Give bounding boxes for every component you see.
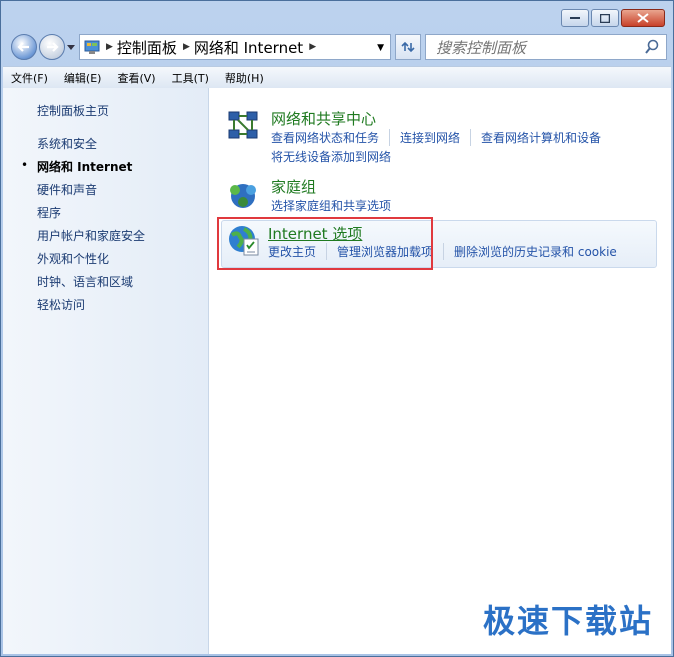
link-view-network-computers[interactable]: 查看网络计算机和设备 bbox=[470, 129, 611, 146]
menu-bar: 文件(F) 编辑(E) 查看(V) 工具(T) 帮助(H) bbox=[3, 66, 671, 89]
breadcrumb-separator-icon: ▶ bbox=[106, 42, 113, 52]
control-panel-window: ▶ 控制面板 ▶ 网络和 Internet ▶ ▼ 文件(F) 编辑(E) 查看… bbox=[0, 0, 674, 657]
link-add-wireless-device[interactable]: 将无线设备添加到网络 bbox=[271, 148, 401, 165]
content-area: 控制面板主页 系统和安全 • 网络和 Internet 硬件和声音 程序 用户帐… bbox=[3, 88, 671, 654]
maximize-button[interactable] bbox=[591, 9, 619, 27]
address-dropdown-icon[interactable]: ▼ bbox=[377, 43, 384, 53]
back-arrow-icon bbox=[17, 42, 29, 52]
network-sharing-links: 查看网络状态和任务 连接到网络 查看网络计算机和设备 bbox=[271, 129, 611, 146]
homegroup-title[interactable]: 家庭组 bbox=[271, 176, 316, 197]
search-box[interactable] bbox=[425, 34, 667, 60]
refresh-icon bbox=[401, 41, 415, 53]
sidebar: 控制面板主页 系统和安全 • 网络和 Internet 硬件和声音 程序 用户帐… bbox=[3, 88, 209, 654]
menu-file[interactable]: 文件(F) bbox=[3, 70, 56, 86]
forward-button[interactable] bbox=[39, 34, 65, 60]
back-button[interactable] bbox=[11, 34, 37, 60]
history-dropdown-icon[interactable] bbox=[67, 43, 75, 51]
sidebar-item-network-internet[interactable]: 网络和 Internet bbox=[37, 158, 132, 175]
network-sharing-icon[interactable] bbox=[225, 108, 261, 144]
sidebar-item-system-security[interactable]: 系统和安全 bbox=[37, 135, 97, 152]
homegroup-links: 选择家庭组和共享选项 bbox=[271, 197, 401, 214]
menu-tools[interactable]: 工具(T) bbox=[164, 70, 217, 86]
forward-arrow-icon bbox=[47, 42, 59, 52]
search-icon[interactable] bbox=[644, 39, 660, 55]
close-icon bbox=[637, 13, 649, 23]
link-view-network-status[interactable]: 查看网络状态和任务 bbox=[271, 129, 389, 146]
homegroup-icon[interactable] bbox=[225, 176, 261, 212]
refresh-button[interactable] bbox=[395, 34, 421, 60]
minimize-button[interactable] bbox=[561, 9, 589, 27]
breadcrumb-network-internet[interactable]: 网络和 Internet bbox=[194, 37, 303, 58]
window-controls bbox=[561, 9, 665, 27]
sidebar-item-appearance[interactable]: 外观和个性化 bbox=[37, 250, 109, 267]
sidebar-item-ease-of-access[interactable]: 轻松访问 bbox=[37, 296, 85, 313]
menu-help[interactable]: 帮助(H) bbox=[217, 70, 272, 86]
network-sharing-links-2: 将无线设备添加到网络 bbox=[271, 148, 401, 165]
link-delete-history[interactable]: 删除浏览的历史记录和 cookie bbox=[443, 243, 627, 260]
sidebar-item-user-accounts[interactable]: 用户帐户和家庭安全 bbox=[37, 227, 145, 244]
close-button[interactable] bbox=[621, 9, 665, 27]
sidebar-item-clock-language[interactable]: 时钟、语言和区域 bbox=[37, 273, 133, 290]
maximize-icon bbox=[600, 13, 610, 23]
highlight-outline bbox=[217, 217, 433, 270]
sidebar-item-programs[interactable]: 程序 bbox=[37, 204, 61, 221]
watermark: 极速下载站 bbox=[482, 602, 653, 640]
sidebar-item-hardware-sound[interactable]: 硬件和声音 bbox=[37, 181, 97, 198]
breadcrumb-control-panel[interactable]: 控制面板 bbox=[117, 37, 177, 58]
link-connect-network[interactable]: 连接到网络 bbox=[389, 129, 470, 146]
breadcrumb-separator-icon: ▶ bbox=[182, 42, 190, 52]
address-bar[interactable]: ▶ 控制面板 ▶ 网络和 Internet ▶ ▼ bbox=[79, 34, 391, 60]
main-panel: 网络和共享中心 查看网络状态和任务 连接到网络 查看网络计算机和设备 将无线设备… bbox=[209, 88, 671, 654]
search-input[interactable] bbox=[434, 38, 638, 58]
network-sharing-title[interactable]: 网络和共享中心 bbox=[271, 108, 376, 129]
address-row: ▶ 控制面板 ▶ 网络和 Internet ▶ ▼ bbox=[9, 31, 667, 63]
link-homegroup-sharing[interactable]: 选择家庭组和共享选项 bbox=[271, 197, 401, 214]
minimize-icon bbox=[570, 17, 580, 19]
breadcrumb-separator-icon: ▶ bbox=[309, 42, 317, 52]
control-panel-icon bbox=[84, 40, 100, 54]
current-item-bullet-icon: • bbox=[21, 158, 29, 172]
menu-edit[interactable]: 编辑(E) bbox=[56, 70, 110, 86]
menu-view[interactable]: 查看(V) bbox=[109, 70, 163, 86]
sidebar-home[interactable]: 控制面板主页 bbox=[37, 102, 109, 119]
